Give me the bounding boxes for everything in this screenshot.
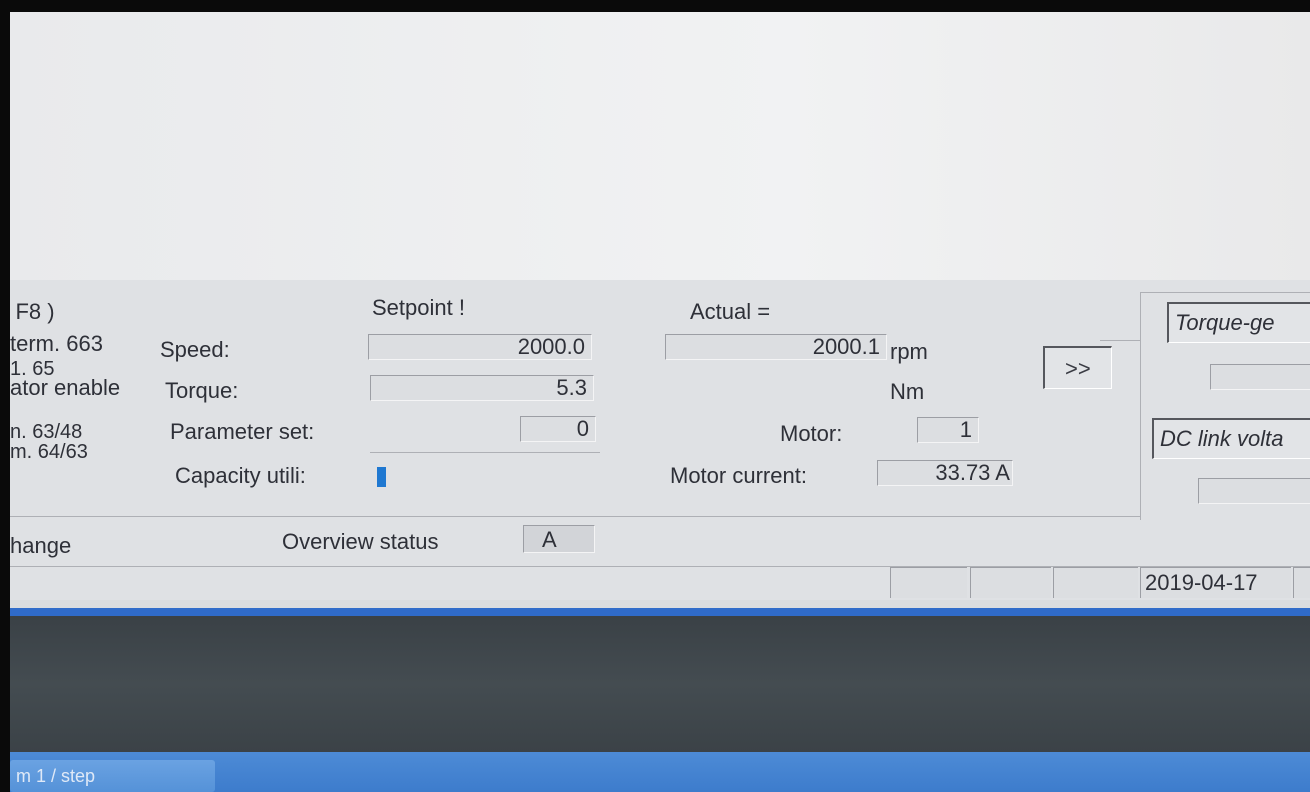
torque-unit: Nm [890, 379, 925, 404]
overview-status-field[interactable]: A [523, 525, 595, 553]
overview-status-label: Overview status [282, 529, 439, 554]
status-cell-time [1293, 567, 1310, 598]
torque-setpoint-value: 5.3 [556, 375, 587, 400]
overview-top-line [10, 516, 1140, 517]
torque-generator-title: Torque-ge [1175, 310, 1275, 335]
torque-setpoint-field[interactable]: 5.3 [370, 375, 594, 401]
overview-status-value: A [542, 527, 557, 552]
capacity-bar-track [377, 467, 607, 487]
nav-divider [1100, 340, 1140, 341]
window-bottom-border [10, 608, 1310, 616]
motor-label: Motor: [780, 421, 843, 446]
next-page-button[interactable]: >> [1043, 346, 1112, 389]
motor-current-value: 33.73 A [935, 460, 1010, 485]
motor-current-field: 33.73 A [877, 460, 1013, 486]
enable-label: ator enable [10, 375, 121, 400]
right-panel-top-line [1140, 292, 1310, 293]
next-page-label: >> [1065, 356, 1091, 381]
capacity-label: Capacity utili: [175, 463, 306, 488]
setpoint-header: Setpoint ! [372, 295, 465, 320]
speed-actual-field: 2000.1 [665, 334, 887, 360]
speed-unit: rpm [890, 339, 928, 364]
param-ref-label-3: m. 64/63 [10, 441, 88, 463]
desktop-background [10, 616, 1310, 752]
speed-setpoint-field[interactable]: 2000.0 [368, 334, 592, 360]
status-date-cell: 2019-04-17 [1140, 567, 1291, 598]
torque-generator-tab[interactable]: Torque-ge [1167, 302, 1310, 343]
status-cell-3 [1053, 567, 1138, 598]
function-key-label: ( F8 ) [10, 299, 55, 324]
motor-current-label: Motor current: [670, 463, 807, 488]
torque-generator-field [1210, 364, 1310, 390]
actual-header: Actual = [690, 299, 771, 324]
taskbar-item[interactable]: m 1 / step [10, 760, 215, 792]
drive-status-panel: ( F8 ) term. 663 1. 65 ator enable n. 63… [10, 280, 1310, 600]
parameter-set-value: 0 [576, 416, 589, 441]
motor-value: 1 [959, 417, 972, 442]
blank-area [10, 12, 1310, 280]
speed-actual-value: 2000.1 [812, 334, 880, 359]
monitor-screen: ( F8 ) term. 663 1. 65 ator enable n. 63… [10, 12, 1310, 792]
capacity-bar-fill [377, 467, 386, 487]
speed-setpoint-value: 2000.0 [517, 334, 585, 359]
parameter-set-field[interactable]: 0 [520, 416, 596, 442]
status-cell-1 [890, 567, 967, 598]
dc-link-voltage-title: DC link volta [1160, 426, 1284, 451]
change-label: hange [10, 533, 72, 558]
taskbar-item-label: m 1 / step [16, 766, 96, 786]
speed-label: Speed: [160, 337, 230, 362]
status-date: 2019-04-17 [1145, 570, 1258, 595]
torque-label: Torque: [165, 378, 239, 403]
right-panel-divider [1140, 292, 1141, 520]
dc-link-voltage-field [1198, 478, 1310, 504]
dc-link-voltage-tab[interactable]: DC link volta [1152, 418, 1310, 459]
capacity-divider [370, 452, 600, 453]
terminal-label: term. 663 [10, 331, 103, 356]
status-cell-2 [970, 567, 1051, 598]
motor-field: 1 [917, 417, 979, 443]
parameter-set-label: Parameter set: [170, 419, 315, 444]
